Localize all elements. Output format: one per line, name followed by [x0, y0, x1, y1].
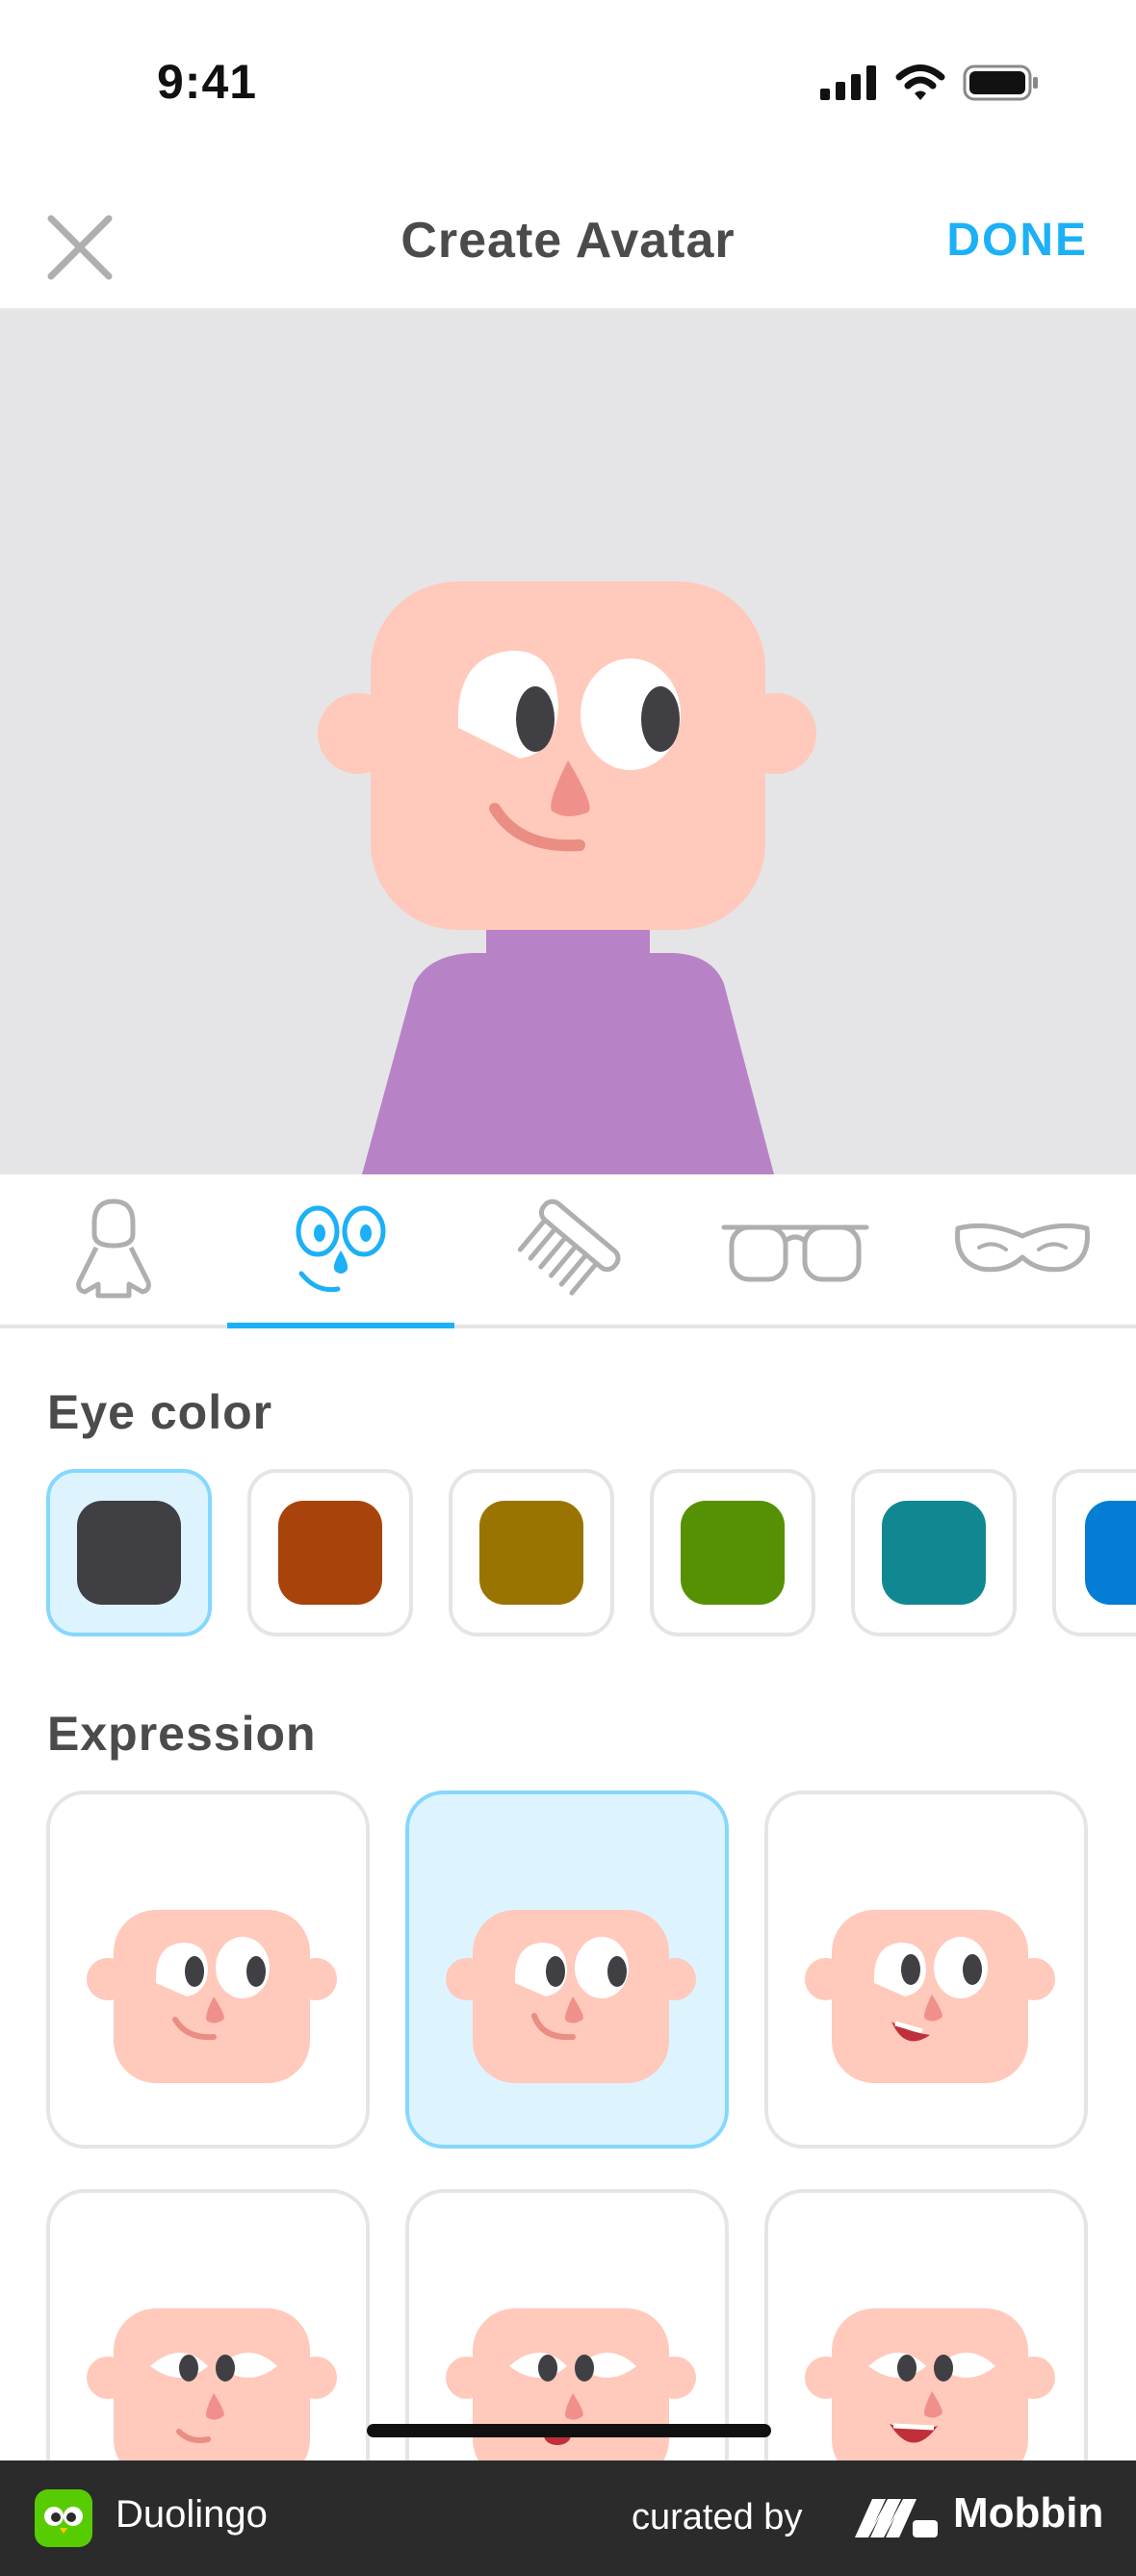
- eye-color-swatch[interactable]: [1052, 1469, 1136, 1636]
- status-bar: 9:41: [0, 0, 1136, 169]
- footer-bar: Duolingo curated by Mobbin: [0, 2460, 1136, 2576]
- duolingo-logo: [35, 2489, 92, 2547]
- home-indicator: [367, 2424, 771, 2437]
- expression-option[interactable]: [405, 1790, 729, 2149]
- avatar-face-thumbnail: [87, 1910, 337, 2083]
- tab-facial-hair[interactable]: [909, 1174, 1136, 1325]
- color-chip: [479, 1501, 583, 1605]
- expression-title: Expression: [47, 1707, 317, 1761]
- color-chip: [278, 1501, 382, 1605]
- avatar-illustration: [318, 581, 816, 1174]
- avatar-preview: [0, 310, 1136, 1174]
- face-icon: [296, 1205, 386, 1293]
- avatar-face-thumbnail: [446, 1910, 696, 2083]
- status-time: 9:41: [157, 55, 258, 109]
- color-chip: [681, 1501, 785, 1605]
- color-chip: [1085, 1501, 1136, 1605]
- avatar-face-thumbnail: [805, 2308, 1055, 2478]
- footer-brand: Mobbin: [953, 2489, 1104, 2537]
- tab-face[interactable]: [227, 1174, 454, 1328]
- color-chip: [77, 1501, 181, 1605]
- expression-option[interactable]: [764, 1790, 1088, 2149]
- owl-icon: [44, 2507, 83, 2534]
- avatar-face-thumbnail: [446, 2308, 696, 2478]
- battery-icon: [963, 64, 1038, 101]
- nav-bar: Create Avatar DONE: [0, 169, 1136, 310]
- expression-option[interactable]: [46, 1790, 370, 2149]
- footer-app-name: Duolingo: [116, 2493, 268, 2536]
- comb-icon: [517, 1198, 621, 1296]
- eye-color-swatch[interactable]: [247, 1469, 413, 1636]
- eye-color-title: Eye color: [47, 1385, 273, 1439]
- expression-option[interactable]: [46, 2189, 370, 2478]
- tab-body[interactable]: [0, 1174, 227, 1325]
- done-button[interactable]: DONE: [946, 214, 1088, 267]
- body-icon: [76, 1198, 151, 1299]
- mobbin-logo-icon: [855, 2499, 938, 2537]
- cellular-signal-icon: [820, 65, 876, 100]
- status-icons: [820, 64, 1040, 102]
- eye-color-swatch[interactable]: [46, 1469, 212, 1636]
- eye-color-swatch[interactable]: [650, 1469, 815, 1636]
- glasses-icon: [721, 1224, 869, 1282]
- expression-option[interactable]: [764, 2189, 1088, 2478]
- avatar-face-thumbnail: [87, 2308, 337, 2478]
- tab-glasses[interactable]: [682, 1174, 909, 1325]
- wifi-icon: [895, 64, 945, 100]
- mustache-icon: [955, 1223, 1090, 1273]
- tab-hair[interactable]: [454, 1174, 682, 1325]
- footer-curated-label: curated by: [632, 2497, 803, 2537]
- eye-color-swatch[interactable]: [449, 1469, 614, 1636]
- color-chip: [882, 1501, 986, 1605]
- category-tabs: [0, 1174, 1136, 1328]
- avatar-face-thumbnail: [805, 1910, 1055, 2083]
- eye-color-swatch[interactable]: [851, 1469, 1017, 1636]
